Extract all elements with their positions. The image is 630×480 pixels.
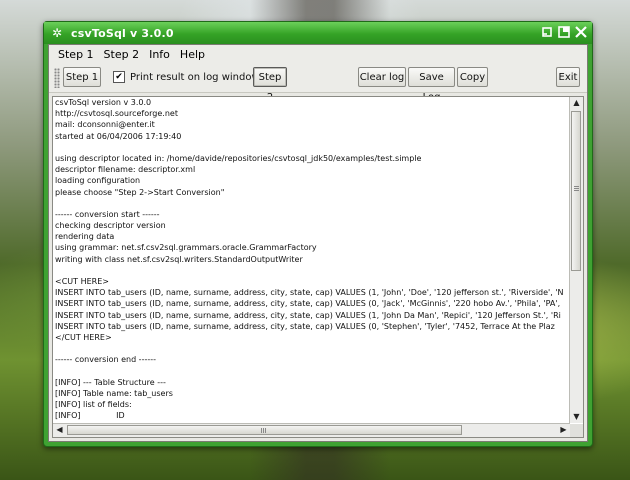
copy-button[interactable]: Copy — [457, 67, 488, 87]
log-line: writing with class net.sf.csv2sql.writer… — [55, 254, 303, 264]
maximize-icon[interactable] — [557, 25, 571, 39]
log-window[interactable]: csvToSql version v 3.0.0 http://csvtosql.… — [52, 96, 584, 438]
log-line: <CUT HERE> — [55, 277, 109, 286]
log-text[interactable]: csvToSql version v 3.0.0 http://csvtosql.… — [55, 97, 568, 423]
vertical-scrollbar[interactable]: ▲ ▼ — [569, 97, 583, 423]
iconify-icon[interactable] — [540, 25, 554, 39]
log-line: INSERT INTO tab_users (ID, name, surname… — [55, 299, 561, 309]
log-line: using descriptor located in: /home/david… — [55, 153, 422, 163]
log-line: using grammar: net.sf.csv2sql.grammars.o… — [55, 243, 317, 253]
log-line: [INFO] Table name: tab_users — [55, 388, 173, 398]
scroll-corner — [570, 424, 583, 437]
scroll-up-icon[interactable]: ▲ — [570, 97, 583, 109]
print-result-toggle[interactable]: ✔ Print result on log window — [113, 67, 260, 87]
log-line: mail: dconsonni@enter.it — [55, 120, 155, 130]
log-line: INSERT INTO tab_users (ID, name, surname… — [55, 321, 555, 331]
menu-step1[interactable]: Step 1 — [53, 48, 99, 61]
horizontal-scroll-thumb[interactable] — [67, 425, 462, 435]
log-line: descriptor filename: descriptor.xml — [55, 165, 196, 175]
app-window: ✲ csvToSql v 3.0.0 Step 1 Step 2 Info He… — [43, 21, 593, 447]
title-bar[interactable]: ✲ csvToSql v 3.0.0 — [44, 22, 592, 44]
log-line: INSERT INTO tab_users (ID, name, surname… — [55, 310, 561, 320]
menu-step2[interactable]: Step 2 — [99, 48, 145, 61]
log-line: http://csvtosql.sourceforge.net — [55, 109, 178, 119]
toolbar: Step 1 ✔ Print result on log window Step… — [49, 64, 587, 103]
log-line: </CUT HERE> — [55, 332, 112, 342]
menu-info[interactable]: Info — [144, 48, 175, 61]
log-line: please choose "Step 2->Start Conversion" — [55, 187, 225, 197]
step1-button[interactable]: Step 1 — [63, 67, 101, 87]
log-line: started at 06/04/2006 17:19:40 — [55, 131, 182, 141]
log-line: [INFO] --- Table Structure --- — [55, 377, 166, 387]
log-line: ------ conversion end ------ — [55, 355, 157, 365]
thumb-grip-icon — [574, 186, 579, 192]
thumb-grip-icon — [261, 428, 267, 433]
exit-button[interactable]: Exit — [556, 67, 580, 87]
log-line: [INFO] list of fields: — [55, 400, 132, 410]
log-line: [INFO] ID — [55, 411, 125, 421]
menu-help[interactable]: Help — [175, 48, 210, 61]
vertical-scroll-thumb[interactable] — [571, 111, 581, 271]
checkbox-checked-icon[interactable]: ✔ — [113, 71, 125, 83]
gear-icon[interactable]: ✲ — [49, 26, 65, 40]
toolbar-grip-icon[interactable] — [54, 68, 60, 88]
log-line: loading configuration — [55, 176, 141, 186]
log-line: ------ conversion start ------ — [55, 209, 160, 219]
save-log-button[interactable]: Save Log — [408, 67, 455, 103]
log-line: INSERT INTO tab_users (ID, name, surname… — [55, 288, 564, 298]
close-icon[interactable] — [574, 25, 588, 39]
window-controls — [540, 25, 588, 39]
scroll-down-icon[interactable]: ▼ — [570, 411, 583, 423]
menu-bar: Step 1 Step 2 Info Help — [49, 45, 587, 64]
window-title: csvToSql v 3.0.0 — [71, 26, 174, 40]
window-content: Step 1 Step 2 Info Help Step 1 ✔ Print r… — [48, 44, 588, 442]
step2-button[interactable]: Step 2 — [253, 67, 287, 103]
clear-log-button[interactable]: Clear log — [358, 67, 406, 87]
log-line: rendering data — [55, 232, 115, 242]
log-line: checking descriptor version — [55, 221, 166, 231]
log-line: csvToSql version v 3.0.0 — [55, 98, 152, 107]
horizontal-scrollbar[interactable]: ◀ ▶ — [53, 423, 570, 437]
scroll-right-icon[interactable]: ▶ — [557, 424, 570, 436]
print-result-label: Print result on log window — [130, 71, 260, 83]
scroll-left-icon[interactable]: ◀ — [53, 424, 66, 436]
